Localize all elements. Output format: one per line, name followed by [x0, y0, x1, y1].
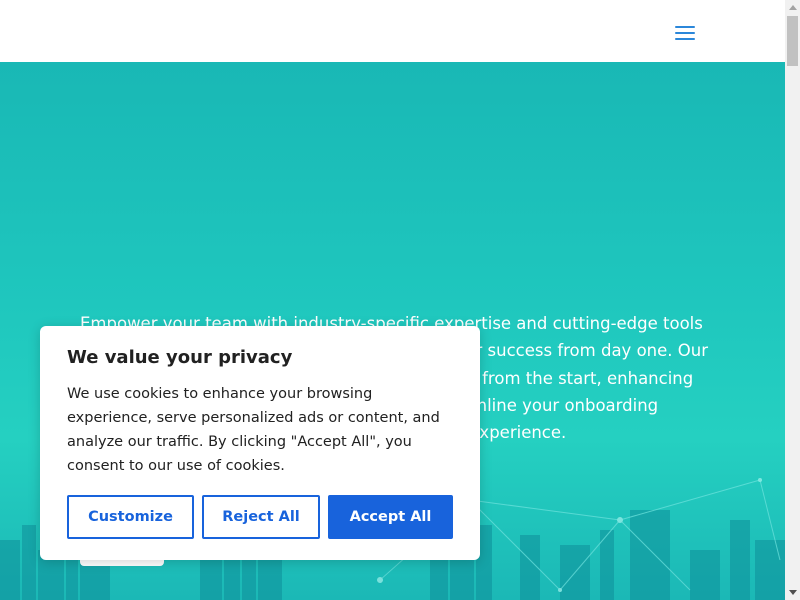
cookie-consent-dialog: We value your privacy We use cookies to … [40, 326, 480, 560]
accept-all-button[interactable]: Accept All [328, 495, 453, 539]
page-scrollbar[interactable] [785, 0, 800, 600]
hamburger-menu-icon[interactable] [675, 26, 695, 40]
cookie-button-row: Customize Reject All Accept All [67, 495, 453, 539]
reject-all-button[interactable]: Reject All [202, 495, 320, 539]
cookie-title: We value your privacy [67, 347, 293, 368]
cookie-body-text: We use cookies to enhance your browsing … [67, 386, 440, 474]
customize-button[interactable]: Customize [67, 495, 194, 539]
scroll-up-arrow-icon[interactable] [785, 0, 800, 15]
scroll-down-arrow-icon[interactable] [785, 585, 800, 600]
site-header [0, 0, 785, 62]
scroll-thumb[interactable] [787, 16, 798, 66]
